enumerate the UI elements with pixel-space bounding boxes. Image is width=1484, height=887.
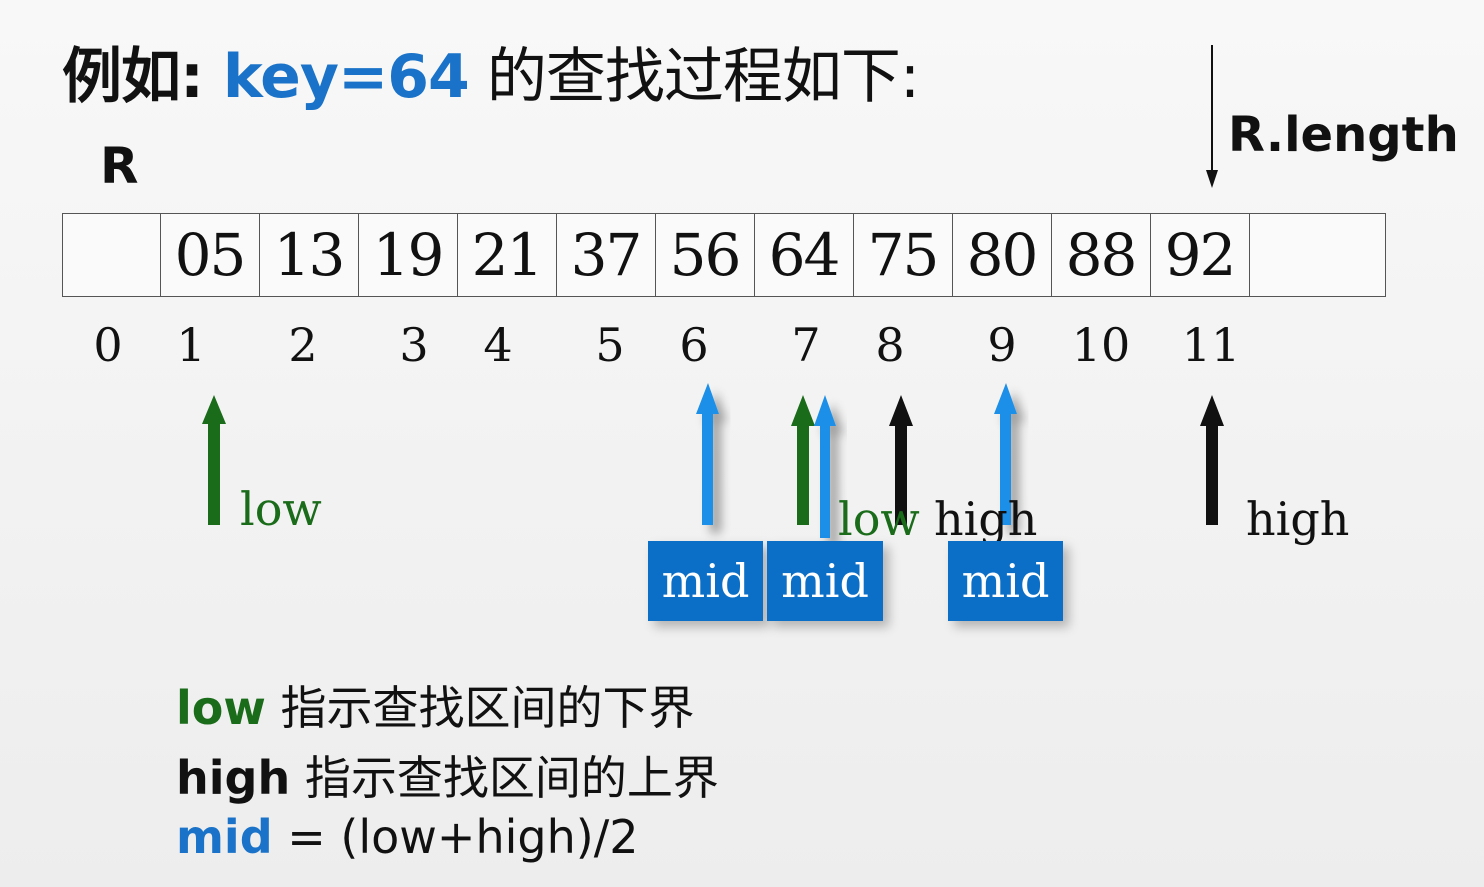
length-arrow bbox=[1206, 45, 1218, 188]
low-initial-arrow bbox=[202, 395, 226, 525]
mid-box-2: mid bbox=[767, 541, 883, 621]
mid-arrow-1 bbox=[696, 383, 719, 525]
low-final-label: low bbox=[838, 492, 920, 546]
legend-low-desc: 指示查找区间的下界 bbox=[265, 681, 695, 735]
legend-mid: mid = (low+high)/2 bbox=[176, 810, 638, 864]
high-initial-arrow bbox=[1200, 395, 1224, 525]
high-initial-label: high bbox=[1246, 492, 1350, 546]
high-final-label: high bbox=[934, 492, 1038, 546]
legend-low-term: low bbox=[176, 681, 266, 735]
mid-box-1: mid bbox=[648, 541, 763, 621]
legend-high: high 指示查找区间的上界 bbox=[176, 742, 719, 808]
mid-arrow-2 bbox=[814, 395, 836, 538]
legend-low: low 指示查找区间的下界 bbox=[176, 672, 695, 738]
low-final-arrow bbox=[791, 395, 815, 525]
low-initial-label: low bbox=[240, 482, 322, 536]
legend-mid-desc: = (low+high)/2 bbox=[272, 810, 639, 864]
legend-mid-term: mid bbox=[176, 810, 273, 864]
legend-high-term: high bbox=[176, 751, 291, 805]
mid-box-3: mid bbox=[948, 541, 1063, 621]
legend-high-desc: 指示查找区间的上界 bbox=[290, 751, 719, 805]
